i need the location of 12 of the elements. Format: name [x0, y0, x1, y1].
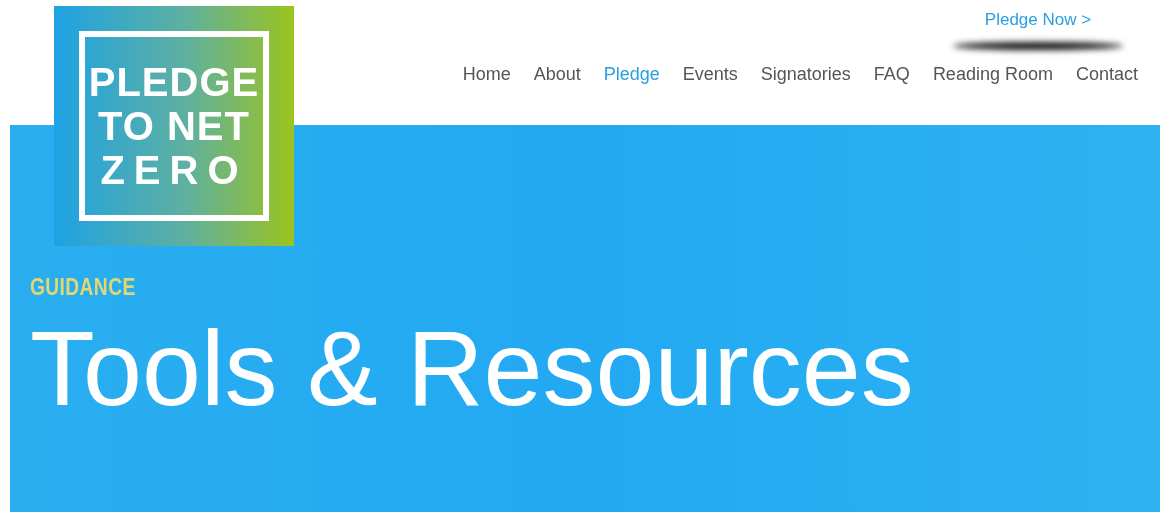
nav-link[interactable]: FAQ: [873, 64, 910, 85]
nav-link[interactable]: Home: [462, 64, 511, 85]
hero-eyebrow: GUIDANCE: [30, 273, 136, 301]
nav-link[interactable]: Reading Room: [932, 64, 1053, 85]
nav-link[interactable]: Contact: [1075, 64, 1138, 85]
logo-text: PLEDGE: [88, 62, 260, 102]
nav-link[interactable]: Events: [682, 64, 738, 85]
logo-text: ZERO: [100, 150, 248, 190]
hero-title: Tools & Resources: [30, 315, 914, 421]
nav-link[interactable]: About: [533, 64, 581, 85]
logo-text: TO NET: [98, 106, 250, 146]
nav-link[interactable]: Signatories: [760, 64, 851, 85]
